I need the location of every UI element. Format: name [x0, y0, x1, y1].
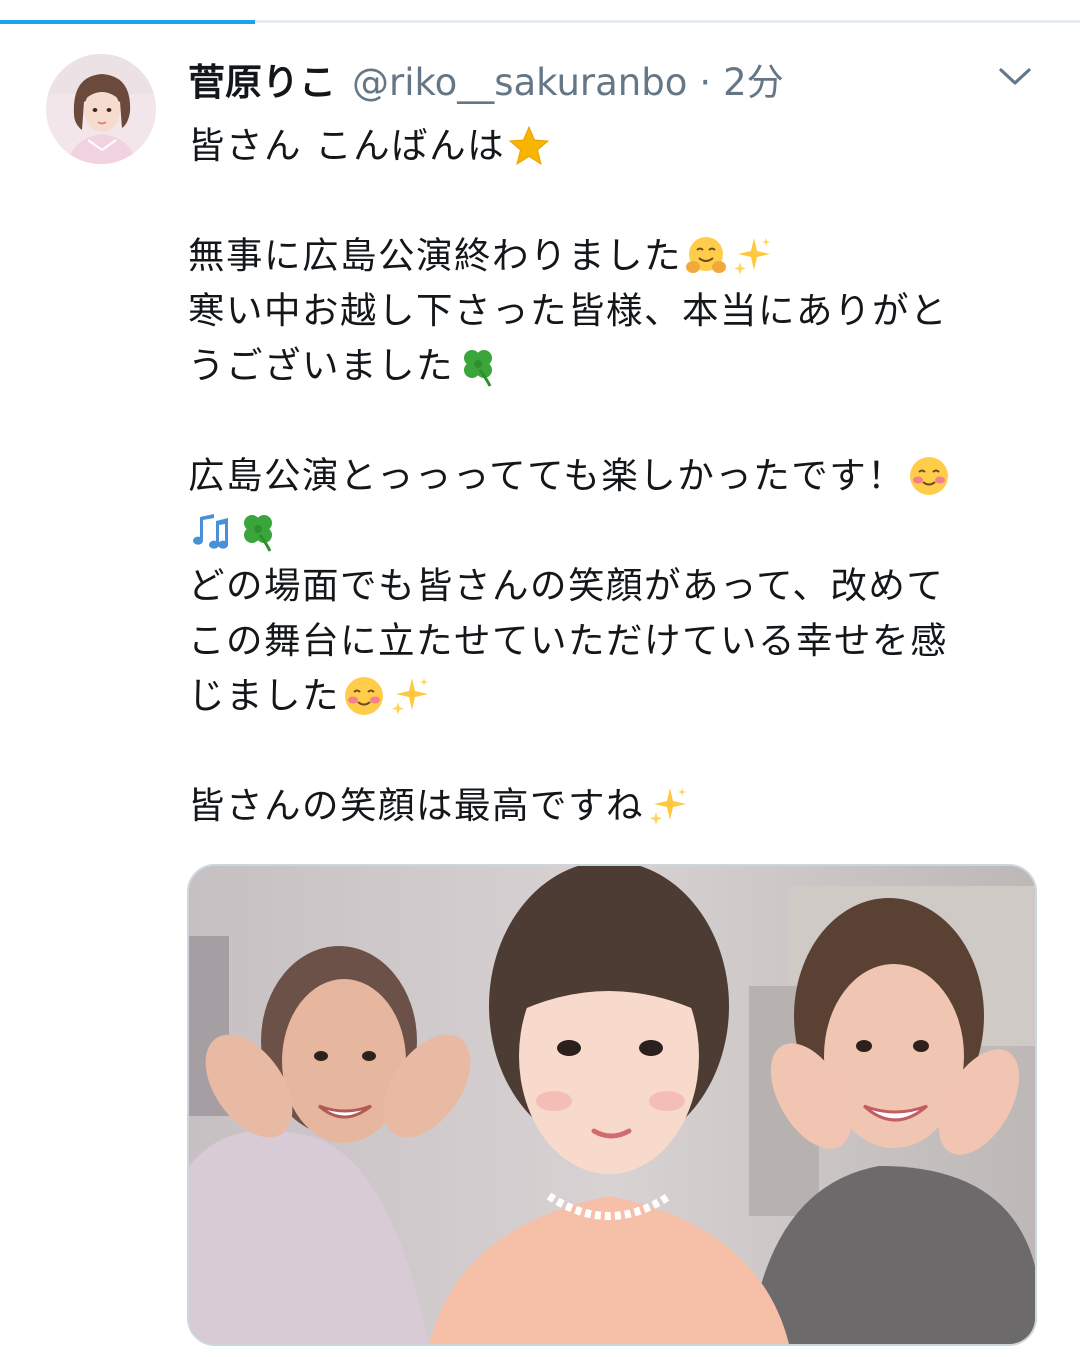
tweet-text: 皆さん こんばんは無事に広島公演終わりました寒い中お越し下さった皆様、本当にあり…	[188, 118, 1048, 833]
separator-dot: ·	[699, 61, 712, 104]
tweet-line-text: 皆さん こんばんは	[188, 124, 506, 167]
tweet-line: 無事に広島公演終わりました	[188, 228, 1048, 283]
tab-indicator-active	[0, 20, 255, 24]
tweet-line-text: うございました	[188, 344, 454, 387]
display-name[interactable]: 菅原りこ	[188, 52, 336, 106]
tab-indicator-track	[0, 20, 1080, 24]
chevron-down-icon	[999, 68, 1031, 85]
sparkles-icon	[730, 234, 774, 278]
tweet-line-text: 寒い中お越し下さった皆様、本当にありがと	[188, 289, 948, 332]
four-leaf-clover-icon	[236, 509, 280, 553]
tweet-line-text: どの場面でも皆さんの笑顔があって、改めて	[188, 564, 945, 607]
sparkles-icon	[388, 674, 432, 718]
tweet-line: うございました	[188, 338, 1048, 393]
tweet-line-text: じました	[188, 674, 340, 717]
tweet-line	[188, 503, 1048, 558]
star-icon	[507, 124, 551, 168]
tweet-photo[interactable]	[187, 864, 1037, 1346]
tweet-line-text: 広島公演とっっってても楽しかったです！	[188, 454, 906, 497]
tweet-line: 皆さんの笑顔は最高ですね	[188, 778, 1048, 833]
hugging-face-icon	[684, 234, 728, 278]
tweet-line-text: 無事に広島公演終わりました	[188, 234, 682, 277]
smiling-blush-face-icon	[342, 674, 386, 718]
sparkles-icon	[646, 784, 690, 828]
tweet-line-text: この舞台に立たせていただけている幸せを感	[188, 619, 948, 662]
user-handle[interactable]: @riko__sakuranbo	[352, 61, 687, 104]
tweet-line-text: 皆さんの笑顔は最高ですね	[188, 784, 644, 827]
tweet-page: 菅原りこ @riko__sakuranbo · 2分 皆さん こんばんは無事に広…	[0, 0, 1080, 1357]
timestamp[interactable]: 2分	[723, 52, 784, 106]
four-leaf-clover-icon	[456, 344, 500, 388]
smiling-blush-face-icon	[907, 454, 951, 498]
tweet-header: 菅原りこ @riko__sakuranbo · 2分	[188, 52, 784, 112]
avatar[interactable]	[46, 54, 156, 164]
tweet-menu-button[interactable]	[996, 62, 1034, 92]
tweet-line: 寒い中お越し下さった皆様、本当にありがと	[188, 283, 1048, 338]
tweet-line: どの場面でも皆さんの笑顔があって、改めて	[188, 558, 1048, 613]
tweet-line: この舞台に立たせていただけている幸せを感	[188, 613, 1048, 668]
tweet-line: 広島公演とっっってても楽しかったです！	[188, 448, 1048, 503]
tweet-line: じました	[188, 668, 1048, 723]
tweet-line: 皆さん こんばんは	[188, 118, 1048, 173]
musical-notes-icon	[190, 509, 234, 553]
